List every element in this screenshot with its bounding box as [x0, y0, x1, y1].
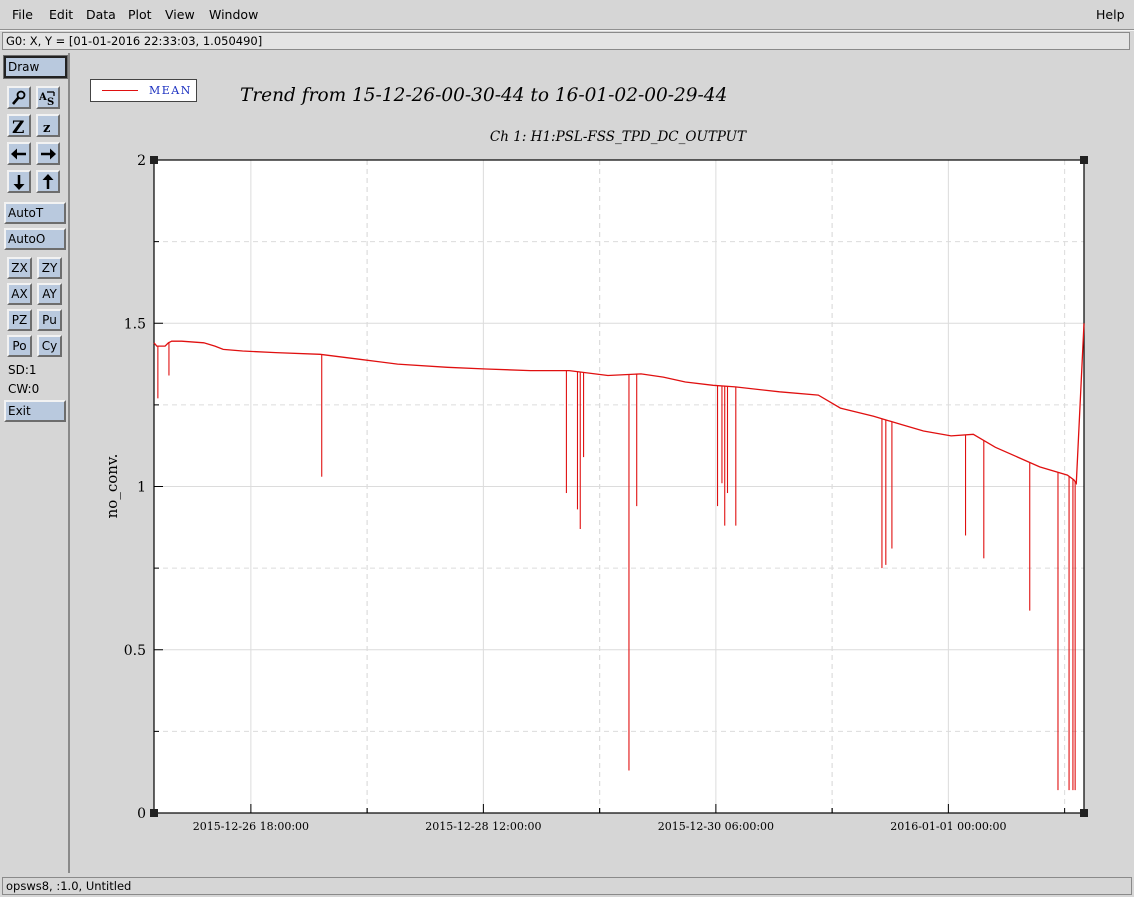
exit-label: Exit: [8, 404, 31, 418]
menu-help[interactable]: Help: [1096, 7, 1125, 22]
menu-separator-highlight: [0, 30, 1134, 31]
po-button[interactable]: Po: [7, 335, 32, 357]
zx-label: ZX: [11, 261, 28, 275]
status-text: opsws8, :1.0, Untitled: [6, 879, 132, 893]
legend: MEAN: [90, 79, 197, 102]
autoo-label: AutoO: [8, 232, 46, 246]
pan-right-icon[interactable]: [36, 142, 60, 165]
plot-area: [72, 53, 1132, 873]
draw-button[interactable]: Draw: [3, 55, 68, 79]
svg-text:S: S: [47, 97, 54, 106]
pz-label: PZ: [11, 313, 28, 327]
autoo-button[interactable]: AutoO: [4, 228, 66, 250]
pan-left-icon[interactable]: [7, 142, 31, 165]
magnify-icon[interactable]: [7, 86, 31, 109]
svg-text:z: z: [43, 121, 50, 134]
draw-button-label: Draw: [8, 60, 40, 74]
coordinate-readout: G0: X, Y = [01-01-2016 22:33:03, 1.05049…: [6, 34, 263, 48]
legend-swatch: [102, 90, 138, 91]
plot-title: Trend from 15-12-26-00-30-44 to 16-01-02…: [240, 85, 728, 106]
cw-indicator: CW:0: [8, 382, 40, 396]
auto-scale-icon[interactable]: AS: [36, 86, 60, 109]
autot-button[interactable]: AutoT: [4, 202, 66, 224]
zy-label: ZY: [41, 261, 58, 275]
coordinate-readout-bar: G0: X, Y = [01-01-2016 22:33:03, 1.05049…: [2, 32, 1130, 50]
po-label: Po: [12, 339, 27, 353]
menu-edit[interactable]: Edit: [49, 7, 73, 22]
zx-button[interactable]: ZX: [7, 257, 32, 279]
svg-text:A: A: [39, 92, 47, 103]
tool-panel: Draw AS Z z AutoT AutoO ZX ZY AX AY PZ P…: [0, 53, 70, 873]
menu-plot[interactable]: Plot: [128, 7, 152, 22]
menu-data[interactable]: Data: [86, 7, 116, 22]
svg-text:Z: Z: [12, 118, 24, 134]
ay-label: AY: [42, 287, 57, 301]
menu-bar: File Edit Data Plot View Window Help: [0, 0, 1134, 30]
menu-view[interactable]: View: [165, 7, 195, 22]
pu-label: Pu: [42, 313, 57, 327]
pu-button[interactable]: Pu: [37, 309, 62, 331]
legend-label: MEAN: [149, 84, 192, 97]
ay-button[interactable]: AY: [37, 283, 62, 305]
cy-label: Cy: [41, 339, 58, 353]
cy-button[interactable]: Cy: [37, 335, 62, 357]
sd-indicator: SD:1: [8, 363, 37, 377]
zoom-out-icon[interactable]: z: [36, 114, 60, 137]
pan-up-icon[interactable]: [36, 170, 60, 193]
zoom-in-icon[interactable]: Z: [7, 114, 31, 137]
autot-label: AutoT: [8, 206, 44, 220]
menu-window[interactable]: Window: [209, 7, 258, 22]
pz-button[interactable]: PZ: [7, 309, 32, 331]
ax-label: AX: [11, 287, 28, 301]
pan-down-icon[interactable]: [7, 170, 31, 193]
exit-button[interactable]: Exit: [4, 400, 66, 422]
menu-file[interactable]: File: [12, 7, 33, 22]
zy-button[interactable]: ZY: [37, 257, 62, 279]
ax-button[interactable]: AX: [7, 283, 32, 305]
status-bar: opsws8, :1.0, Untitled: [2, 877, 1132, 895]
